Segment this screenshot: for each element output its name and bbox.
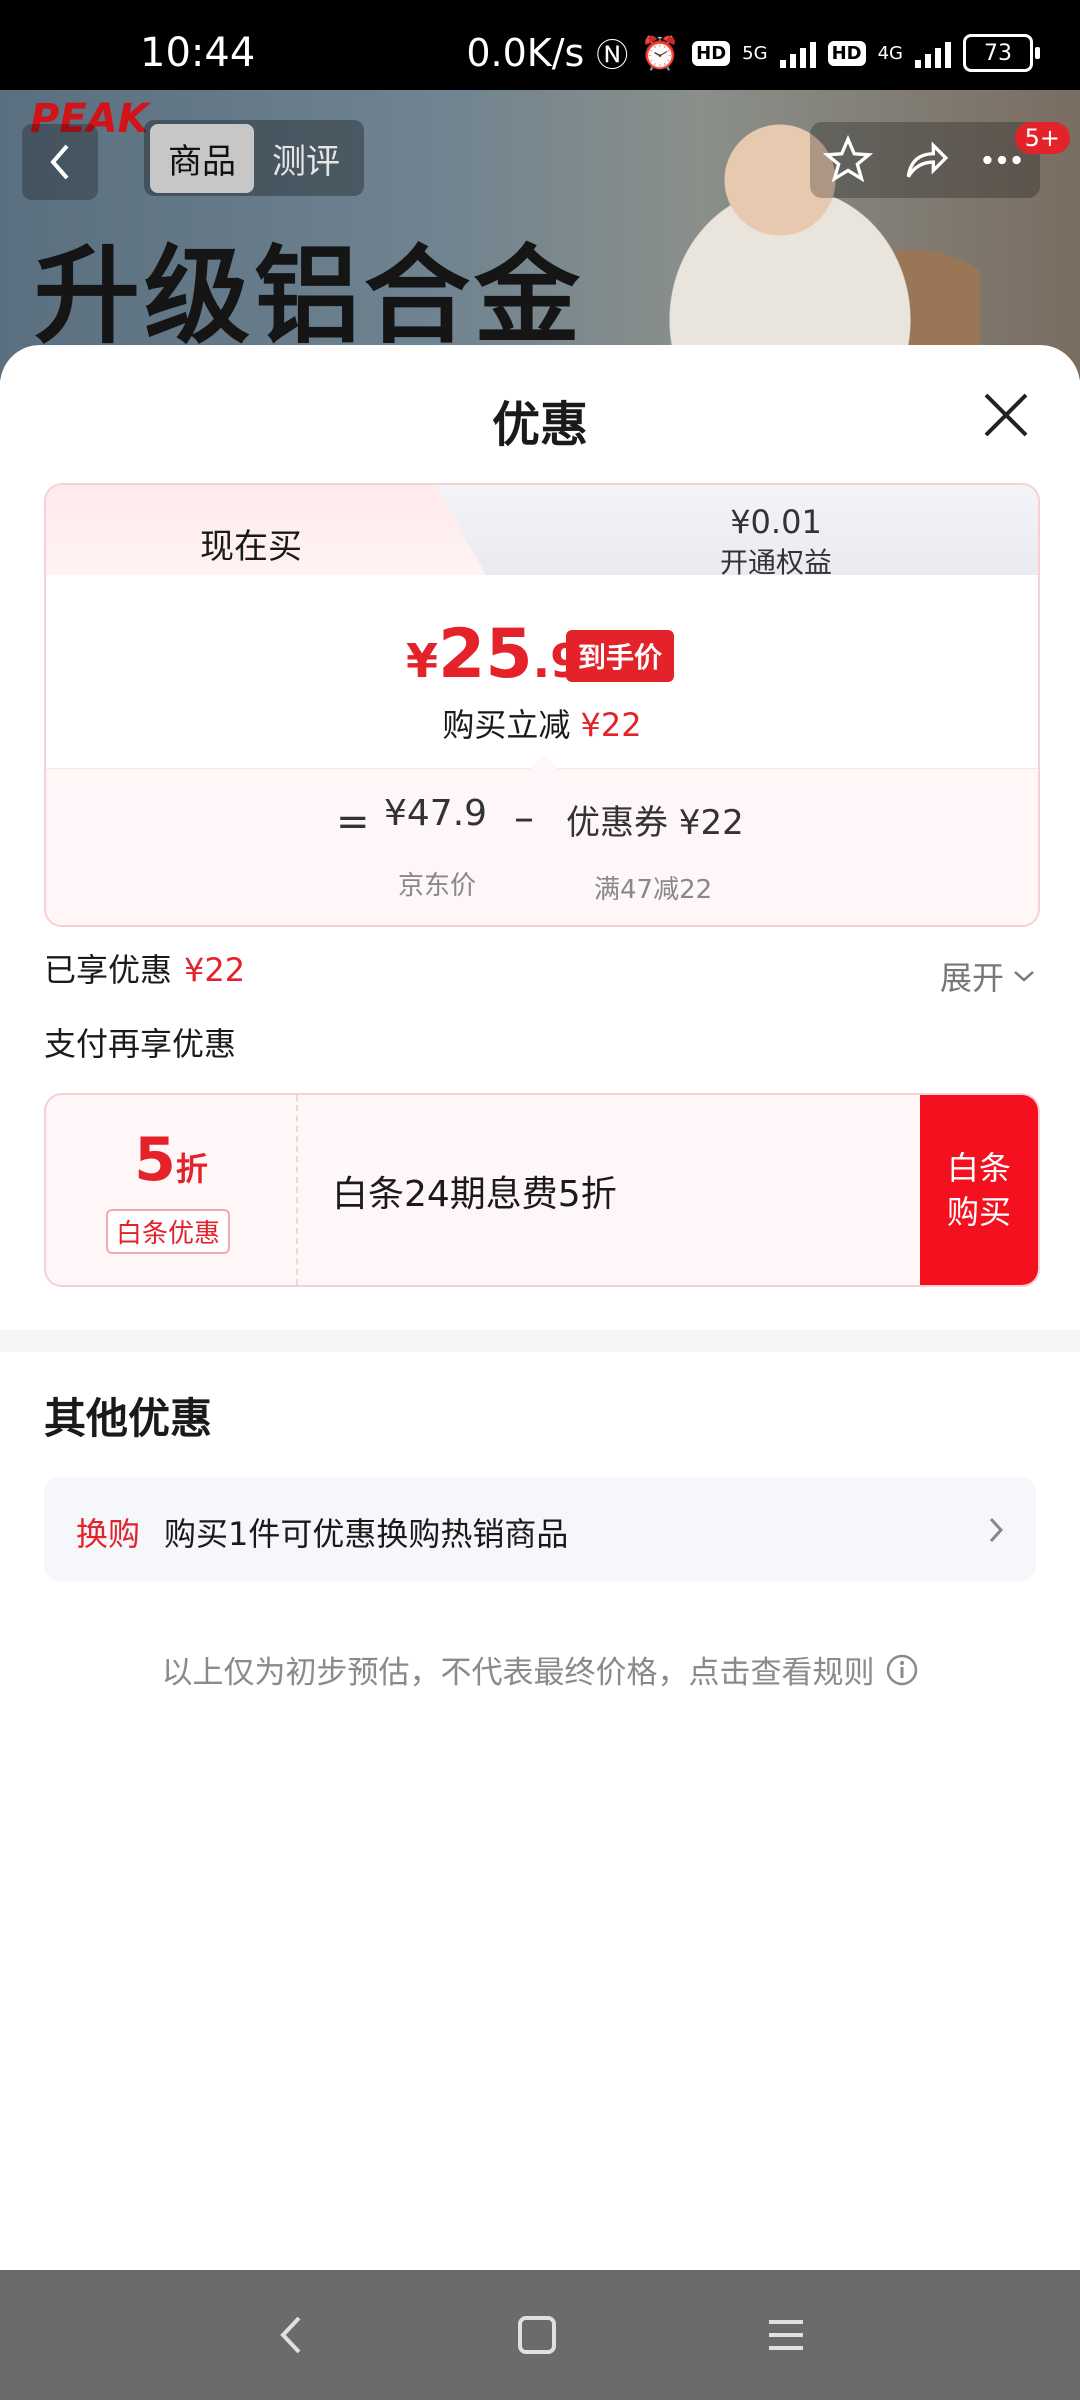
hd-icon: HD (692, 40, 731, 66)
jd-price-label: 京东价 (398, 871, 477, 901)
status-icons: 0.0K/s Ⓝ ⏰ HD 5G HD 4G 73 (466, 30, 1040, 76)
network-4g-label: 4G (877, 42, 903, 64)
baitiao-offer-card[interactable]: 5折 白条优惠 白条24期息费5折 白条 购买 (44, 1093, 1040, 1287)
nav-menu-icon[interactable] (763, 2312, 809, 2358)
nfc-icon: Ⓝ (596, 36, 629, 74)
baitiao-discount-unit: 折 (175, 1150, 208, 1188)
expand-button[interactable]: 展开 (940, 953, 1036, 999)
instant-discount-amount: ¥22 (580, 706, 642, 744)
baitiao-buy-button[interactable]: 白条 购买 (920, 1095, 1038, 1285)
tab-review[interactable]: 测评 (254, 124, 358, 193)
tab-buy-now-label: 现在买 (200, 527, 302, 567)
member-label: 开通权益 (719, 546, 832, 579)
other-offers-title: 其他优惠 (44, 1394, 213, 1443)
info-icon[interactable] (885, 1653, 919, 1687)
nav-back-icon[interactable] (271, 2310, 311, 2360)
enjoyed-discount: 已享优惠 ¥22 (44, 945, 245, 991)
coupon-rule: 满47减22 (594, 875, 713, 905)
system-nav-bar (0, 2270, 1080, 2400)
baitiao-tag: 白条优惠 (106, 1209, 231, 1254)
baitiao-discount-number: 5 (134, 1125, 176, 1195)
close-icon (984, 393, 1028, 437)
close-button[interactable] (976, 385, 1036, 445)
chevron-down-icon (1014, 971, 1034, 982)
share-icon[interactable] (900, 135, 950, 185)
status-time: 10:44 (140, 30, 256, 76)
price-card: 现在买 ¥0.01 开通权益 ¥ 25 .9 到手价 购买立减 ¥22 = ¥4… (44, 483, 1040, 927)
equals-sign: = (336, 799, 370, 845)
battery-icon: 73 (963, 34, 1040, 72)
expand-label: 展开 (939, 959, 1004, 997)
back-button[interactable] (22, 124, 98, 200)
instant-discount-label: 购买立减 (442, 706, 571, 744)
hd-icon-2: HD (827, 40, 866, 66)
top-actions (810, 122, 1040, 198)
baitiao-discount-box: 5折 白条优惠 (46, 1095, 298, 1285)
hero-headline: 升级铝合金 (34, 235, 584, 358)
final-price-tag: 到手价 (566, 630, 675, 682)
product-tabs: 商品 测评 (144, 120, 364, 196)
swap-tag: 换购 (76, 1515, 141, 1553)
network-5g-label: 5G (742, 42, 768, 64)
chevron-right-icon (989, 1517, 1004, 1543)
swap-text: 购买1件可优惠换购热销商品 (164, 1515, 569, 1553)
pay-section-title: 支付再享优惠 (44, 1025, 237, 1063)
battery-level: 73 (963, 34, 1033, 72)
swap-offer-row[interactable]: 换购 购买1件可优惠换购热销商品 (44, 1477, 1036, 1581)
baitiao-buy-label: 白条 购买 (946, 1149, 1011, 1231)
sheet-title: 优惠 (491, 397, 588, 453)
product-hero: PEAK 升级铝合金 商品 测评 5+ (0, 90, 1080, 380)
minus-sign: – (514, 795, 534, 841)
jd-price: ¥47.9 (384, 793, 488, 834)
currency-symbol: ¥ (406, 634, 439, 688)
discount-sheet: 优惠 现在买 ¥0.01 开通权益 ¥ 25 .9 到手价 购买立减 ¥22 =… (0, 345, 1080, 2270)
coupon-amount: 优惠券 ¥22 (566, 803, 744, 843)
disclaimer[interactable]: 以上仅为初步预估，不代表最终价格，点击查看规则 (0, 1647, 1080, 1692)
signal-icon (779, 38, 816, 68)
enjoyed-amount: ¥22 (184, 951, 246, 989)
enjoyed-label: 已享优惠 (44, 951, 173, 989)
message-badge: 5+ (1014, 122, 1070, 154)
network-speed: 0.0K/s (466, 31, 585, 75)
baitiao-offer-text: 白条24期息费5折 (332, 1174, 617, 1215)
status-bar: 10:44 0.0K/s Ⓝ ⏰ HD 5G HD 4G 73 (0, 0, 1080, 90)
member-price: ¥0.01 (730, 503, 822, 541)
nav-home-icon[interactable] (514, 2312, 560, 2358)
instant-discount: 购买立减 ¥22 (46, 700, 1038, 746)
baitiao-discount: 5折 (46, 1125, 296, 1195)
disclaimer-text: 以上仅为初步预估，不代表最终价格，点击查看规则 (161, 1655, 875, 1691)
price-breakdown: = ¥47.9 京东价 – 优惠券 ¥22 满47减22 (46, 755, 1038, 925)
final-price-integer: 25 (438, 615, 533, 694)
section-divider (0, 1330, 1080, 1352)
signal-icon-2 (915, 38, 951, 68)
tab-product[interactable]: 商品 (150, 123, 254, 193)
star-icon[interactable] (823, 135, 874, 185)
alarm-icon: ⏰ (640, 34, 681, 72)
chevron-left-icon (50, 144, 69, 180)
final-price: ¥ 25 .9 (406, 615, 582, 694)
